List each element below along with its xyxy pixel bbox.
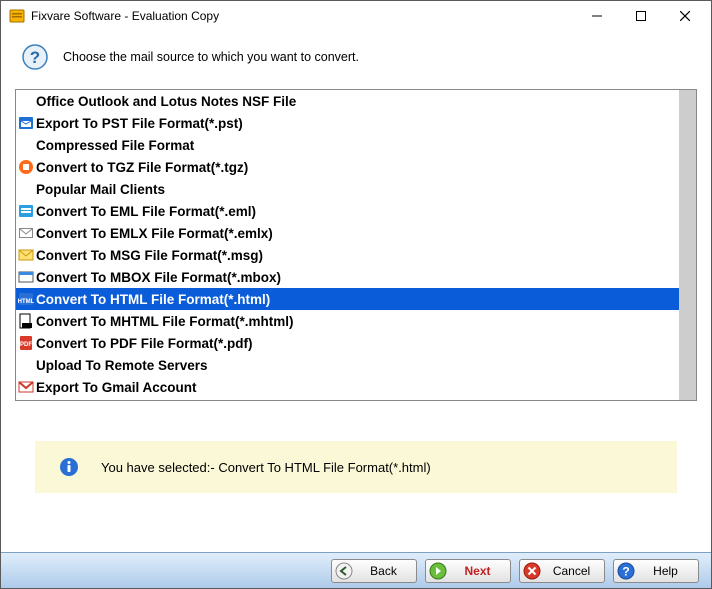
cancel-icon xyxy=(523,562,541,580)
list-row-label: Upload To Remote Servers xyxy=(36,358,208,373)
minimize-button[interactable] xyxy=(575,2,619,30)
list-item[interactable]: Convert To EMLX File Format(*.emlx) xyxy=(16,222,679,244)
close-button[interactable] xyxy=(663,2,707,30)
list-header: Compressed File Format xyxy=(16,134,679,156)
back-button[interactable]: Back xyxy=(331,559,417,583)
help-button-label: Help xyxy=(641,564,690,578)
list-row-label: Convert To EMLX File Format(*.emlx) xyxy=(36,226,273,241)
list-item[interactable]: Export To PST File Format(*.pst) xyxy=(16,112,679,134)
list-row-label: Export To PST File Format(*.pst) xyxy=(36,116,243,131)
list-header: Popular Mail Clients xyxy=(16,178,679,200)
list-row-label: Compressed File Format xyxy=(36,138,194,153)
html-icon: HTML xyxy=(18,291,34,307)
list-row-label: Convert To MBOX File Format(*.mbox) xyxy=(36,270,281,285)
format-list: Office Outlook and Lotus Notes NSF File E… xyxy=(15,89,697,401)
list-row-label: Convert to TGZ File Format(*.tgz) xyxy=(36,160,248,175)
list-header: Office Outlook and Lotus Notes NSF File xyxy=(16,90,679,112)
eml-icon xyxy=(18,203,34,219)
help-button[interactable]: ? Help xyxy=(613,559,699,583)
tgz-icon xyxy=(18,159,34,175)
list-row-label: Export To Gmail Account xyxy=(36,380,197,395)
list-row-label: Convert To PDF File Format(*.pdf) xyxy=(36,336,253,351)
list-item[interactable]: HTMLConvert To HTML File Format(*.html) xyxy=(16,288,679,310)
list-header: Upload To Remote Servers xyxy=(16,354,679,376)
app-icon xyxy=(9,8,25,24)
list-item[interactable]: Convert to TGZ File Format(*.tgz) xyxy=(16,156,679,178)
svg-text:HTML: HTML xyxy=(18,299,34,305)
mhtml-icon xyxy=(18,313,34,329)
header-row: ? Choose the mail source to which you wa… xyxy=(1,31,711,89)
svg-text:?: ? xyxy=(622,564,629,578)
list-row-label: Convert To MSG File Format(*.msg) xyxy=(36,248,263,263)
selection-info-box: You have selected:- Convert To HTML File… xyxy=(35,441,677,493)
list-item[interactable]: Convert To MHTML File Format(*.mhtml) xyxy=(16,310,679,332)
mbox-icon xyxy=(18,269,34,285)
selection-info-text: You have selected:- Convert To HTML File… xyxy=(101,460,431,475)
list-row-label: Office Outlook and Lotus Notes NSF File xyxy=(36,94,296,109)
list-row-label: Convert To HTML File Format(*.html) xyxy=(36,292,270,307)
list-row-label: Convert To EML File Format(*.eml) xyxy=(36,204,256,219)
gmail-icon xyxy=(18,379,34,395)
cancel-button[interactable]: Cancel xyxy=(519,559,605,583)
emlx-icon xyxy=(18,225,34,241)
back-button-label: Back xyxy=(359,564,408,578)
next-button[interactable]: Next xyxy=(425,559,511,583)
list-item[interactable]: Export To Gmail Account xyxy=(16,376,679,398)
svg-text:?: ? xyxy=(30,48,40,67)
list-row-label: Popular Mail Clients xyxy=(36,182,165,197)
maximize-button[interactable] xyxy=(619,2,663,30)
next-arrow-icon xyxy=(429,562,447,580)
title-bar: Fixvare Software - Evaluation Copy xyxy=(1,1,711,31)
cancel-button-label: Cancel xyxy=(547,564,596,578)
pdf-icon: PDF xyxy=(18,335,34,351)
list-item[interactable]: PDF Convert To PDF File Format(*.pdf) xyxy=(16,332,679,354)
scroll-thumb[interactable] xyxy=(679,90,696,400)
main-area: Office Outlook and Lotus Notes NSF File E… xyxy=(1,89,711,552)
question-icon: ? xyxy=(21,43,49,71)
info-icon xyxy=(59,457,79,477)
button-bar: Back Next Cancel ? Help xyxy=(1,552,711,588)
list-item[interactable]: Convert To EML File Format(*.eml) xyxy=(16,200,679,222)
help-icon: ? xyxy=(617,562,635,580)
svg-text:PDF: PDF xyxy=(20,342,32,348)
list-row-label: Convert To MHTML File Format(*.mhtml) xyxy=(36,314,294,329)
list-item[interactable]: Convert To MBOX File Format(*.mbox) xyxy=(16,266,679,288)
window-title: Fixvare Software - Evaluation Copy xyxy=(31,9,575,23)
back-arrow-icon xyxy=(335,562,353,580)
list-item[interactable]: Convert To MSG File Format(*.msg) xyxy=(16,244,679,266)
msg-icon xyxy=(18,247,34,263)
scrollbar[interactable] xyxy=(679,90,696,400)
pst-icon xyxy=(18,115,34,131)
instruction-text: Choose the mail source to which you want… xyxy=(63,50,359,64)
next-button-label: Next xyxy=(453,564,502,578)
